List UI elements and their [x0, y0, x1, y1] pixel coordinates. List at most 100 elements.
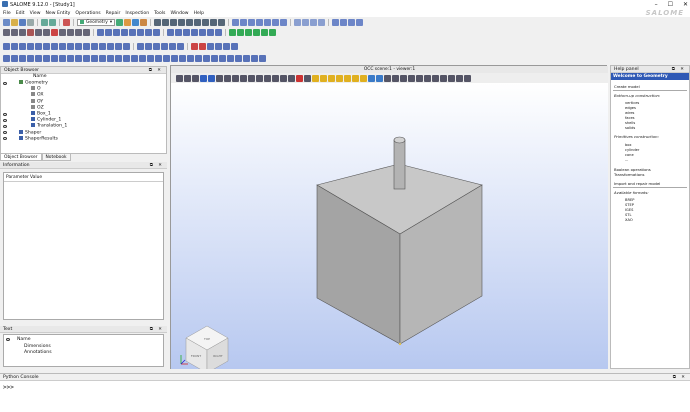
- help-format-iges[interactable]: IGES: [625, 208, 633, 212]
- sketch-2d-icon[interactable]: [11, 28, 18, 36]
- shape-m-icon[interactable]: [99, 42, 106, 50]
- stereo-icon[interactable]: [432, 74, 439, 82]
- help-item-wires[interactable]: wires: [625, 111, 634, 115]
- menu-view[interactable]: View: [30, 11, 41, 16]
- shaper-module-icon[interactable]: [63, 18, 70, 26]
- text-item-dimensions[interactable]: Dimensions: [24, 344, 51, 349]
- menu-new-entity[interactable]: New Entity: [46, 11, 71, 16]
- help-item-vertices[interactable]: vertices: [625, 101, 639, 105]
- help-item-faces[interactable]: faces: [625, 116, 635, 120]
- display-t-icon[interactable]: [155, 54, 162, 62]
- fit-all-icon[interactable]: [248, 74, 255, 82]
- sphere-icon[interactable]: [248, 18, 256, 26]
- vector-icon[interactable]: [202, 18, 210, 26]
- trihedron-icon[interactable]: [240, 74, 247, 82]
- bottom-view-icon[interactable]: [336, 74, 343, 82]
- measure-icon[interactable]: [215, 42, 222, 50]
- text-tree[interactable]: Name Dimensions Annotations: [3, 334, 164, 367]
- display-l-icon[interactable]: [91, 54, 98, 62]
- menu-repair[interactable]: Repair: [106, 11, 121, 16]
- graduated-axes-icon[interactable]: [416, 74, 423, 82]
- reset-icon[interactable]: [384, 74, 391, 82]
- translation-icon[interactable]: [167, 28, 174, 36]
- fillet-icon[interactable]: [137, 28, 144, 36]
- display-s-icon[interactable]: [147, 54, 154, 62]
- top-view-icon[interactable]: [328, 74, 335, 82]
- column-value[interactable]: Value: [30, 175, 42, 180]
- display-b-icon[interactable]: [11, 54, 18, 62]
- help-item-shells[interactable]: shells: [625, 121, 635, 125]
- geom-icon[interactable]: [116, 18, 124, 26]
- projection-icon[interactable]: [207, 28, 214, 36]
- help-item-cylinder[interactable]: cylinder: [625, 148, 639, 152]
- thickness-icon[interactable]: [153, 28, 160, 36]
- display-y-icon[interactable]: [195, 54, 202, 62]
- cylinder-body[interactable]: [393, 139, 406, 190]
- eye-icon[interactable]: [3, 124, 7, 128]
- global-pan-icon[interactable]: [288, 74, 295, 82]
- clipping-icon[interactable]: [400, 74, 407, 82]
- tree-item[interactable]: OY: [31, 98, 43, 105]
- undo-icon[interactable]: [41, 18, 48, 26]
- repair-f-icon[interactable]: [177, 42, 184, 50]
- display-p-icon[interactable]: [123, 54, 130, 62]
- edge-icon[interactable]: [43, 28, 50, 36]
- extrusion-icon[interactable]: [294, 18, 302, 26]
- display-aa-icon[interactable]: [211, 54, 218, 62]
- 3d-canvas[interactable]: TOP FRONT RIGHT: [171, 83, 608, 374]
- menu-file[interactable]: File: [3, 11, 11, 16]
- plane-icon[interactable]: [210, 18, 218, 26]
- display-q-icon[interactable]: [131, 54, 138, 62]
- filling-icon[interactable]: [310, 18, 318, 26]
- maximize-button[interactable]: ☐: [668, 1, 673, 8]
- lcs-icon[interactable]: [218, 18, 226, 26]
- shape-c-icon[interactable]: [19, 42, 26, 50]
- shape-k-icon[interactable]: [83, 42, 90, 50]
- eye-icon[interactable]: [3, 131, 7, 135]
- display-r-icon[interactable]: [139, 54, 146, 62]
- polyline-selection-icon[interactable]: [224, 74, 231, 82]
- section-icon[interactable]: [356, 18, 364, 26]
- help-item-box[interactable]: box: [625, 143, 632, 147]
- sketch-3d-icon[interactable]: [19, 28, 26, 36]
- shape-j-icon[interactable]: [75, 42, 82, 50]
- mirror-icon[interactable]: [183, 28, 190, 36]
- display-ac-icon[interactable]: [227, 54, 234, 62]
- axo-view-icon[interactable]: [360, 74, 367, 82]
- chamfer-icon[interactable]: [145, 28, 152, 36]
- display-af-icon[interactable]: [251, 54, 258, 62]
- panel-controls[interactable]: ⧉ ✕: [149, 67, 163, 74]
- isoline-icon[interactable]: [35, 28, 42, 36]
- display-ag-icon[interactable]: [259, 54, 266, 62]
- polyline-icon[interactable]: [27, 28, 34, 36]
- tree-item[interactable]: ShaperResults: [19, 135, 58, 142]
- selection-icon[interactable]: [208, 74, 215, 82]
- distance-icon[interactable]: [253, 28, 260, 36]
- menu-edit[interactable]: Edit: [16, 11, 25, 16]
- eye-icon[interactable]: [3, 81, 7, 85]
- display-m-icon[interactable]: [99, 54, 106, 62]
- eye-icon[interactable]: [3, 137, 7, 141]
- cylinder-icon[interactable]: [240, 18, 248, 26]
- help-item-solids[interactable]: solids: [625, 126, 635, 130]
- dimension-icon[interactable]: [223, 42, 230, 50]
- preselection-icon[interactable]: [200, 74, 207, 82]
- view-sync-icon[interactable]: [456, 74, 463, 82]
- shape-i-icon[interactable]: [67, 42, 74, 50]
- ray-tracing-icon[interactable]: [440, 74, 447, 82]
- build-icon[interactable]: [105, 28, 112, 36]
- cylinder-top[interactable]: [393, 136, 406, 144]
- tree-item[interactable]: O: [31, 86, 41, 92]
- line-icon[interactable]: [162, 18, 170, 26]
- revolution-icon[interactable]: [302, 18, 310, 26]
- repair-a-icon[interactable]: [137, 42, 144, 50]
- shell-icon[interactable]: [67, 28, 74, 36]
- help-format-xao[interactable]: XAO: [625, 218, 633, 222]
- pipe-icon[interactable]: [318, 18, 326, 26]
- new-icon[interactable]: [3, 18, 10, 26]
- check-shape-icon[interactable]: [229, 28, 236, 36]
- display-v-icon[interactable]: [171, 54, 178, 62]
- face-icon[interactable]: [59, 28, 66, 36]
- curve-icon[interactable]: [194, 18, 202, 26]
- rotate-icon[interactable]: [304, 74, 311, 82]
